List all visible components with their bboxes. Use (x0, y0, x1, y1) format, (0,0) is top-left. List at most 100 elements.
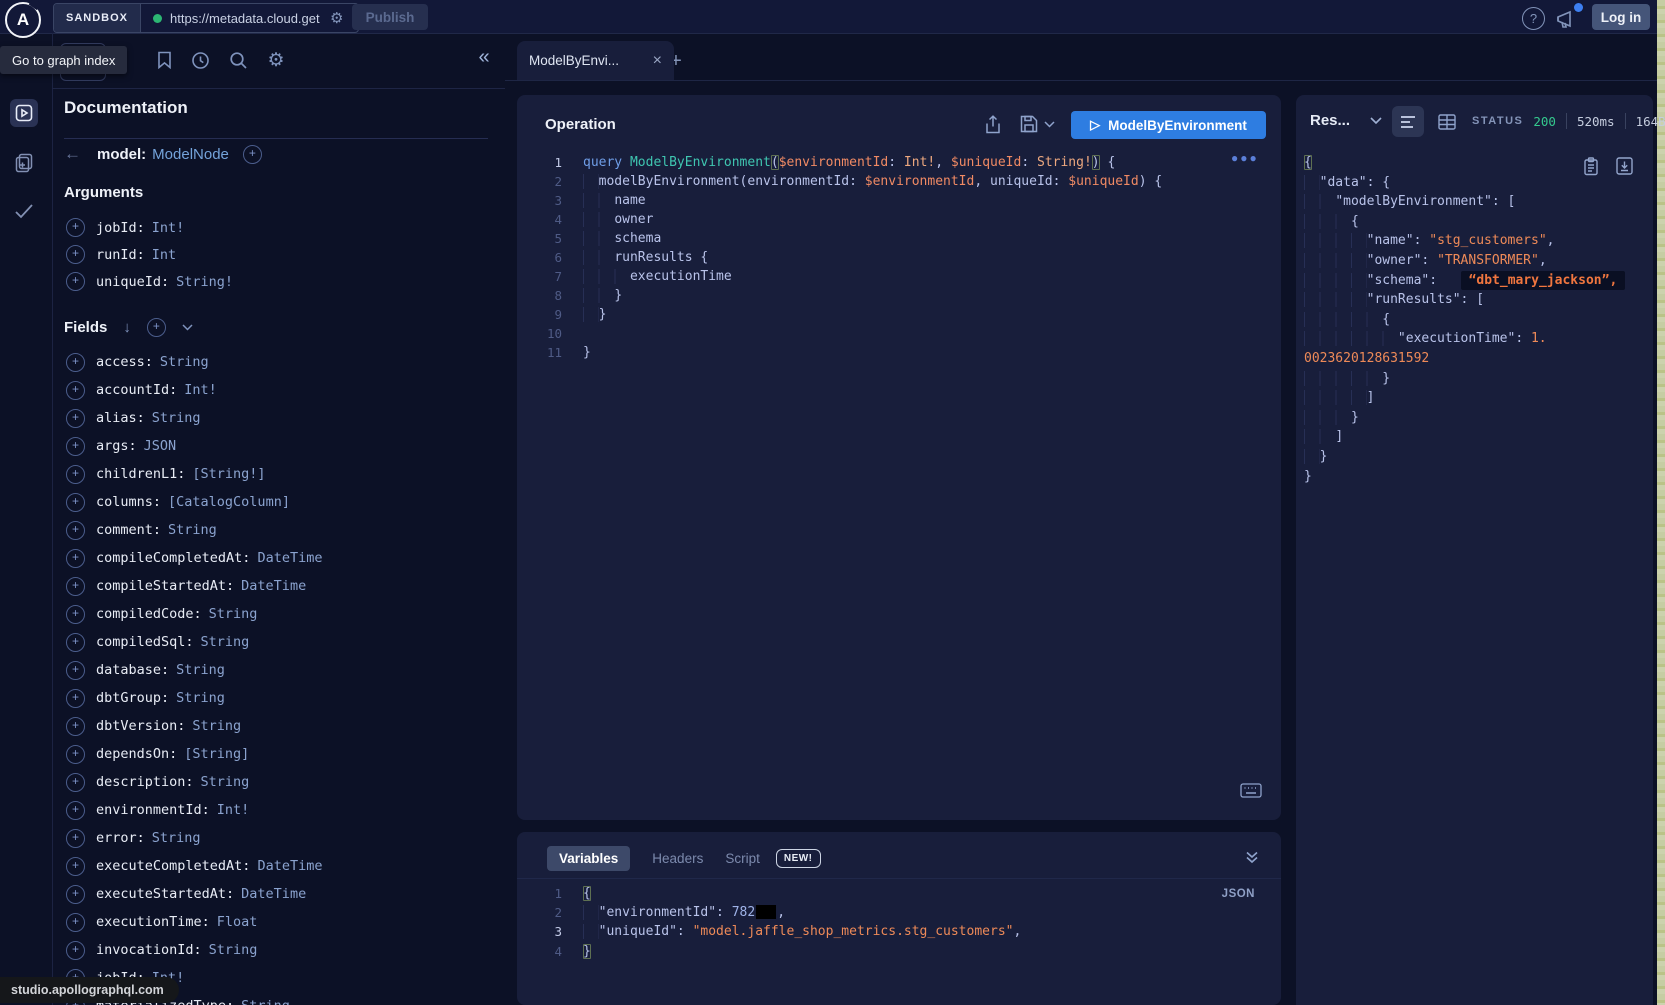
operation-editor[interactable]: query ModelByEnvironment($environmentId:… (583, 153, 1162, 362)
field-row[interactable]: +invocationId:String (52, 936, 505, 964)
field-row[interactable]: +access:String (52, 348, 505, 376)
explorer-tab-icon[interactable] (10, 99, 38, 127)
add-field-icon[interactable]: + (66, 465, 85, 484)
add-field-icon[interactable]: + (66, 829, 85, 848)
field-type-link[interactable]: String (168, 522, 217, 538)
add-field-icon[interactable]: + (66, 549, 85, 568)
add-field-icon[interactable]: + (66, 521, 85, 540)
argument-row[interactable]: +jobId:Int! (52, 214, 505, 241)
argument-type-link[interactable]: Int (152, 247, 176, 263)
add-field-icon[interactable]: + (66, 885, 85, 904)
login-button[interactable]: Log in (1592, 4, 1650, 30)
field-type-link[interactable]: [String!] (192, 466, 265, 482)
run-operation-button[interactable]: ▷ ModelByEnvironment (1071, 111, 1266, 139)
add-argument-icon[interactable]: + (66, 218, 85, 237)
close-tab-icon[interactable]: × (653, 52, 662, 70)
field-type-link[interactable]: String (176, 662, 225, 678)
search-icon[interactable] (226, 48, 250, 72)
add-field-icon[interactable]: + (66, 941, 85, 960)
response-body[interactable]: { "data": { "modelByEnvironment": [ { "n… (1304, 153, 1625, 486)
argument-type-link[interactable]: String! (176, 274, 233, 290)
argument-row[interactable]: +uniqueId:String! (52, 268, 505, 295)
publish-button[interactable]: Publish (352, 4, 428, 30)
save-options-chevron-icon[interactable] (1043, 118, 1055, 130)
field-row[interactable]: +compileStartedAt:DateTime (52, 572, 505, 600)
fields-chevron-down-icon[interactable] (182, 324, 193, 331)
field-type-link[interactable]: String (176, 690, 225, 706)
field-type-link[interactable]: String (192, 718, 241, 734)
table-view-toggle[interactable] (1436, 111, 1458, 133)
field-type-link[interactable]: DateTime (241, 578, 306, 594)
collapse-panel-icon[interactable]: « (472, 46, 496, 69)
field-type-link[interactable]: Int! (217, 802, 250, 818)
operation-more-menu-icon[interactable]: ●●● (1231, 151, 1259, 165)
field-row[interactable]: +dbtGroup:String (52, 684, 505, 712)
collapse-variables-chevrons-icon[interactable] (1243, 848, 1261, 866)
field-type-link[interactable]: String (201, 774, 250, 790)
add-field-icon[interactable]: + (66, 605, 85, 624)
field-row[interactable]: +executionTime:Float (52, 908, 505, 936)
add-field-icon[interactable]: + (66, 857, 85, 876)
add-field-icon[interactable]: + (66, 913, 85, 932)
field-row[interactable]: +args:JSON (52, 432, 505, 460)
keyboard-shortcuts-icon[interactable] (1240, 783, 1262, 798)
field-row[interactable]: +executeCompletedAt:DateTime (52, 852, 505, 880)
field-type-link[interactable]: Float (217, 914, 258, 930)
add-field-icon[interactable]: + (66, 661, 85, 680)
add-fields-button[interactable]: + (147, 318, 166, 337)
add-field-icon[interactable]: + (66, 381, 85, 400)
field-row[interactable]: +alias:String (52, 404, 505, 432)
tab-variables[interactable]: Variables (547, 846, 630, 871)
bookmark-icon[interactable] (152, 48, 176, 72)
operation-collections-icon[interactable] (10, 149, 38, 177)
field-row[interactable]: +comment:String (52, 516, 505, 544)
tab-script[interactable]: Script (725, 851, 760, 866)
save-operation-icon[interactable] (1019, 114, 1039, 134)
field-row[interactable]: +childrenL1:[String!] (52, 460, 505, 488)
field-row[interactable]: +columns:[CatalogColumn] (52, 488, 505, 516)
field-type-link[interactable]: DateTime (257, 858, 322, 874)
add-field-icon[interactable]: + (66, 577, 85, 596)
field-type-link[interactable]: DateTime (241, 886, 306, 902)
field-row[interactable]: +dbtVersion:String (52, 712, 505, 740)
sort-fields-icon[interactable]: ↓ (123, 319, 131, 336)
add-all-fields-button[interactable]: + (243, 145, 262, 164)
response-chevron-down-icon[interactable] (1370, 117, 1384, 131)
settings-gear-icon[interactable]: ⚙ (264, 48, 288, 72)
field-type-link[interactable]: [String] (184, 746, 249, 762)
history-icon[interactable] (188, 48, 212, 72)
add-field-icon[interactable]: + (66, 437, 85, 456)
field-row[interactable]: +accountId:Int! (52, 376, 505, 404)
tab-headers[interactable]: Headers (652, 851, 703, 866)
field-row[interactable]: +executeStartedAt:DateTime (52, 880, 505, 908)
add-field-icon[interactable]: + (66, 773, 85, 792)
field-row[interactable]: +environmentId:Int! (52, 796, 505, 824)
field-type-link[interactable]: String (152, 830, 201, 846)
add-field-icon[interactable]: + (66, 633, 85, 652)
help-icon[interactable]: ? (1522, 7, 1545, 30)
field-type-link[interactable]: DateTime (257, 550, 322, 566)
argument-type-link[interactable]: Int! (152, 220, 185, 236)
add-field-icon[interactable]: + (66, 409, 85, 428)
field-type-link[interactable]: String (201, 634, 250, 650)
field-type-link[interactable]: JSON (144, 438, 177, 454)
field-row[interactable]: +error:String (52, 824, 505, 852)
checklist-icon[interactable] (10, 197, 38, 225)
field-type-link[interactable]: [CatalogColumn] (168, 494, 290, 510)
add-field-icon[interactable]: + (66, 689, 85, 708)
field-row[interactable]: +compileCompletedAt:DateTime (52, 544, 505, 572)
endpoint-url-group[interactable]: SANDBOX https://metadata.cloud.get ⚙ (53, 3, 359, 33)
add-argument-icon[interactable]: + (66, 245, 85, 264)
add-field-icon[interactable]: + (66, 353, 85, 372)
add-field-icon[interactable]: + (66, 801, 85, 820)
variables-editor[interactable]: { "environmentId": 782, "uniqueId": "mod… (583, 884, 1021, 961)
add-field-icon[interactable]: + (66, 493, 85, 512)
field-type-link[interactable]: String (152, 410, 201, 426)
field-type-link[interactable]: String (209, 606, 258, 622)
endpoint-url-input[interactable]: https://metadata.cloud.get (170, 11, 328, 26)
response-title[interactable]: Res... (1310, 112, 1350, 129)
field-row[interactable]: +description:String (52, 768, 505, 796)
argument-row[interactable]: +runId:Int (52, 241, 505, 268)
back-arrow-icon[interactable]: ← (64, 144, 81, 164)
field-row[interactable]: +compiledSql:String (52, 628, 505, 656)
